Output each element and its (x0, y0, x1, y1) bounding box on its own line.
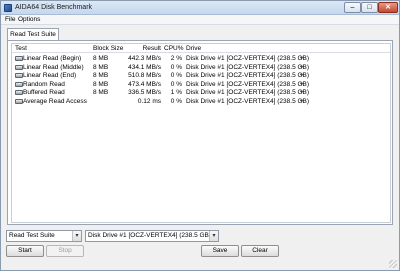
results-panel: Test Block Size Result CPU% Drive Linear… (7, 40, 393, 225)
header-test[interactable]: Test (15, 44, 89, 53)
suite-select[interactable]: Read Test Suite ▾ (6, 230, 82, 242)
header-drive[interactable]: Drive (186, 44, 301, 53)
menu-options[interactable]: Options (18, 16, 40, 23)
table-header: Test Block Size Result CPU% Drive (12, 44, 390, 53)
hard-disk-icon (15, 64, 23, 70)
minimize-button[interactable]: – (344, 2, 361, 13)
close-button[interactable]: ✕ (378, 2, 398, 13)
header-block-size[interactable]: Block Size (93, 44, 123, 53)
dropdown-arrow-icon[interactable]: ▾ (300, 97, 306, 106)
save-button[interactable]: Save (201, 245, 239, 257)
aida64-app-icon (4, 4, 12, 12)
resize-grip-icon[interactable] (389, 260, 397, 268)
hard-disk-icon (15, 98, 23, 104)
title-bar[interactable]: AIDA64 Disk Benchmark – □ ✕ (1, 1, 399, 15)
row-cpu: 0 % (170, 97, 182, 105)
header-cpu[interactable]: CPU% (164, 44, 184, 53)
benchmark-window: AIDA64 Disk Benchmark – □ ✕ File Options… (0, 0, 400, 271)
hard-disk-icon (15, 73, 23, 78)
window-title: AIDA64 Disk Benchmark (15, 4, 93, 11)
suite-select-value: Read Test Suite (9, 232, 55, 239)
row-result: 0.12 ms (137, 97, 161, 105)
table-row[interactable]: Buffered Read 8 MB 336.5 MB/s 1 % Disk D… (12, 88, 390, 97)
chevron-down-icon[interactable]: ▾ (72, 231, 81, 241)
row-test: Average Read Access (23, 97, 87, 105)
table-row[interactable]: Average Read Access 0.12 ms 0 % Disk Dri… (12, 97, 390, 106)
maximize-button[interactable]: □ (361, 2, 378, 13)
table-row[interactable]: Random Read 8 MB 473.4 MB/s 0 % Disk Dri… (12, 80, 390, 89)
hard-disk-icon (15, 90, 23, 95)
drive-select[interactable]: Disk Drive #1 [OCZ-VERTEX4] (238.5 GB) ▾ (85, 230, 219, 242)
header-result[interactable]: Result (126, 44, 161, 53)
stop-button[interactable]: Stop (46, 245, 84, 257)
menu-bar: File Options (1, 15, 399, 25)
clear-button[interactable]: Clear (241, 245, 279, 257)
chevron-down-icon[interactable]: ▾ (209, 231, 218, 241)
hard-disk-icon (15, 56, 23, 61)
start-button[interactable]: Start (6, 245, 44, 257)
drive-select-value: Disk Drive #1 [OCZ-VERTEX4] (238.5 GB) (88, 232, 212, 239)
table-row[interactable]: Linear Read (Begin) 8 MB 442.3 MB/s 2 % … (12, 54, 390, 63)
table-row[interactable]: Linear Read (Middle) 8 MB 434.1 MB/s 0 %… (12, 63, 390, 72)
row-drive: Disk Drive #1 [OCZ-VERTEX4] (238.5 GB) (186, 97, 310, 105)
bottom-toolbar: Read Test Suite ▾ Disk Drive #1 [OCZ-VER… (1, 227, 399, 270)
table-row[interactable]: Linear Read (End) 8 MB 510.8 MB/s 0 % Di… (12, 71, 390, 80)
menu-file[interactable]: File (5, 16, 15, 23)
hard-disk-icon (15, 81, 23, 87)
results-table[interactable]: Test Block Size Result CPU% Drive Linear… (11, 43, 391, 223)
